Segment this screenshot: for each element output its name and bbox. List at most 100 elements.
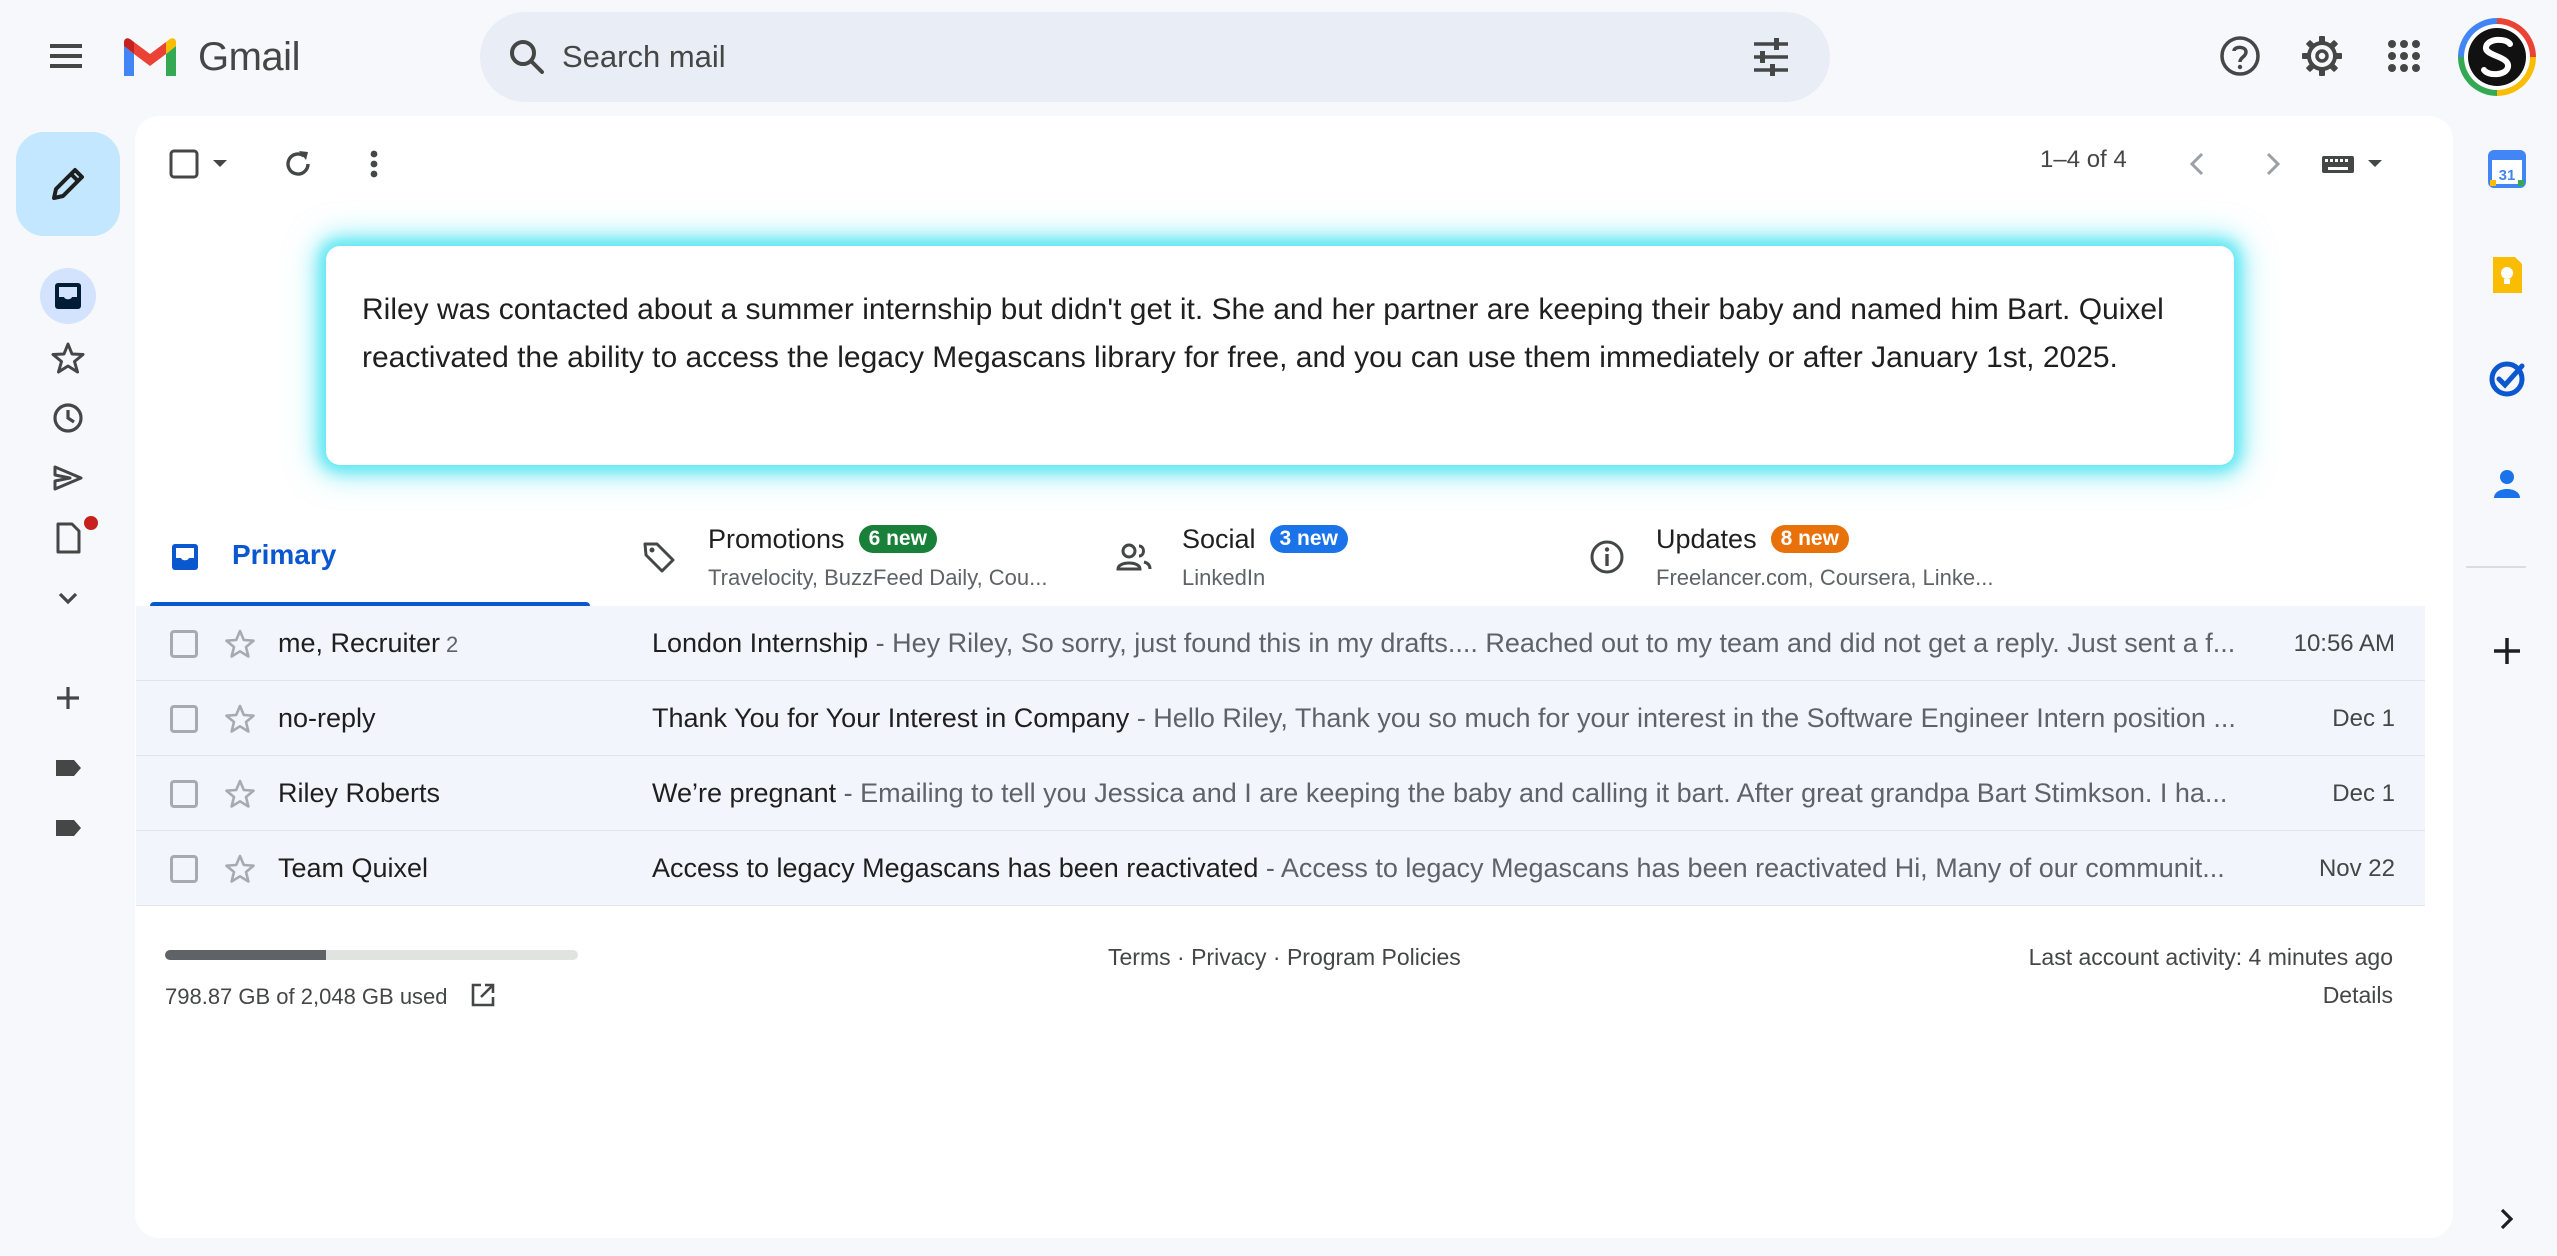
star-icon[interactable] <box>222 626 258 662</box>
updates-new-badge: 8 new <box>1770 525 1849 553</box>
contacts-icon <box>2494 470 2520 498</box>
star-icon[interactable] <box>222 701 258 737</box>
footer-separator: · <box>1266 944 1287 970</box>
row-checkbox[interactable] <box>170 705 198 733</box>
tab-social[interactable]: Social 3 new LinkedIn <box>1112 508 1542 608</box>
nav-starred[interactable] <box>40 330 96 386</box>
expand-side-panel-button[interactable] <box>2484 1196 2530 1242</box>
email-sender: Team Quixel <box>278 853 429 883</box>
nav-sent[interactable] <box>40 450 96 506</box>
chevron-left-icon <box>2189 152 2204 176</box>
email-date: Dec 1 <box>2332 780 2395 807</box>
email-snippet: - Emailing to tell you Jessica and I are… <box>836 778 2228 808</box>
unread-dot <box>84 516 98 530</box>
google-apps-button[interactable] <box>2378 30 2430 82</box>
search-icon[interactable] <box>504 34 550 80</box>
thread-count: 2 <box>446 632 459 657</box>
label-icon <box>56 760 81 776</box>
checkbox-icon <box>169 149 199 179</box>
side-panel-divider <box>2466 566 2526 568</box>
terms-link[interactable]: Terms <box>1108 944 1171 970</box>
menu-icon <box>50 44 82 68</box>
clock-icon <box>53 403 83 433</box>
search-bar[interactable] <box>480 12 1830 102</box>
nav-inbox[interactable] <box>40 268 96 324</box>
tab-social-label: Social <box>1182 524 1256 554</box>
promotions-new-badge: 6 new <box>858 525 937 553</box>
get-addons-button[interactable] <box>2484 628 2530 674</box>
privacy-link[interactable]: Privacy <box>1191 944 1266 970</box>
storage-bar <box>165 950 578 960</box>
email-row[interactable]: me, Recruiter 2 London Internship - Hey R… <box>136 606 2425 681</box>
refresh-button[interactable] <box>278 144 318 184</box>
older-button[interactable] <box>2252 144 2292 184</box>
tab-updates[interactable]: Updates 8 new Freelancer.com, Coursera, L… <box>1586 508 2016 608</box>
email-row[interactable]: no-reply Thank You for Your Interest in … <box>136 681 2425 756</box>
keep-app-button[interactable] <box>2484 252 2530 298</box>
input-tools-button[interactable] <box>2318 148 2390 180</box>
nav-drafts[interactable] <box>40 510 98 566</box>
open-in-new-icon[interactable] <box>468 980 498 1010</box>
pencil-icon <box>52 168 84 200</box>
contacts-app-button[interactable] <box>2484 462 2530 508</box>
compose-button[interactable] <box>16 132 120 236</box>
draft-file-icon <box>56 522 81 554</box>
star-icon[interactable] <box>222 851 258 887</box>
select-dropdown[interactable] <box>206 150 234 178</box>
tab-updates-senders: Freelancer.com, Coursera, Linke... <box>1656 565 1994 590</box>
keep-icon <box>2493 257 2522 293</box>
help-button[interactable] <box>2214 30 2266 82</box>
row-checkbox[interactable] <box>170 855 198 883</box>
tab-primary[interactable]: Primary <box>166 508 596 608</box>
nav-label-1[interactable] <box>40 740 96 796</box>
people-icon <box>1116 543 1152 571</box>
label-icon <box>56 820 81 836</box>
tasks-icon <box>2489 361 2525 397</box>
keyboard-icon <box>2322 156 2382 173</box>
footer-links: Terms · Privacy · Program Policies <box>1108 944 1461 971</box>
star-icon[interactable] <box>222 776 258 812</box>
tasks-app-button[interactable] <box>2484 356 2530 402</box>
email-sender: me, Recruiter <box>278 628 441 658</box>
nav-label-2[interactable] <box>40 800 96 856</box>
last-account-activity: Last account activity: 4 minutes ago <box>2028 944 2393 970</box>
tab-promotions-label: Promotions <box>708 524 845 554</box>
email-subject: Access to legacy Megascans has been reac… <box>652 853 1259 883</box>
email-row[interactable]: Riley Roberts We’re pregnant - Emailing … <box>136 756 2425 831</box>
email-list: me, Recruiter 2 London Internship - Hey R… <box>136 606 2425 906</box>
details-link[interactable]: Details <box>2200 982 2393 1009</box>
tab-primary-label: Primary <box>232 539 337 570</box>
tune-icon[interactable] <box>1748 34 1794 80</box>
email-snippet: - Hey Riley, So sorry, just found this i… <box>868 628 2236 658</box>
select-all-checkbox[interactable] <box>166 146 202 182</box>
nav-snoozed[interactable] <box>40 390 96 446</box>
create-label-button[interactable] <box>40 670 96 726</box>
tab-updates-label: Updates <box>1656 524 1757 554</box>
gmail-logo[interactable] <box>120 34 180 80</box>
info-icon <box>1590 540 1624 574</box>
search-input[interactable] <box>562 32 1662 82</box>
caret-down-icon <box>213 160 227 167</box>
row-checkbox[interactable] <box>170 780 198 808</box>
star-icon <box>51 342 85 374</box>
program-policies-link[interactable]: Program Policies <box>1287 944 1461 970</box>
more-actions-button[interactable] <box>354 144 394 184</box>
newer-button[interactable] <box>2178 144 2218 184</box>
inbox-icon <box>172 544 198 570</box>
settings-button[interactable] <box>2296 30 2348 82</box>
main-menu-button[interactable] <box>40 36 92 76</box>
storage-usage: 798.87 GB of 2,048 GB used <box>165 980 498 1010</box>
social-new-badge: 3 new <box>1269 525 1348 553</box>
ai-summary-card: Riley was contacted about a summer inter… <box>326 246 2234 465</box>
tab-promotions[interactable]: Promotions 6 new Travelocity, BuzzFeed Da… <box>638 508 1068 608</box>
account-avatar[interactable] <box>2458 18 2536 96</box>
help-icon <box>2220 36 2260 76</box>
row-checkbox[interactable] <box>170 630 198 658</box>
plus-icon <box>57 687 79 709</box>
tab-social-senders: LinkedIn <box>1182 565 1266 590</box>
footer-separator: · <box>1170 944 1192 970</box>
calendar-app-button[interactable]: 31 <box>2484 146 2530 192</box>
email-row[interactable]: Team Quixel Access to legacy Megascans h… <box>136 831 2425 906</box>
chevron-right-icon <box>2266 152 2281 176</box>
nav-more[interactable] <box>40 570 96 626</box>
